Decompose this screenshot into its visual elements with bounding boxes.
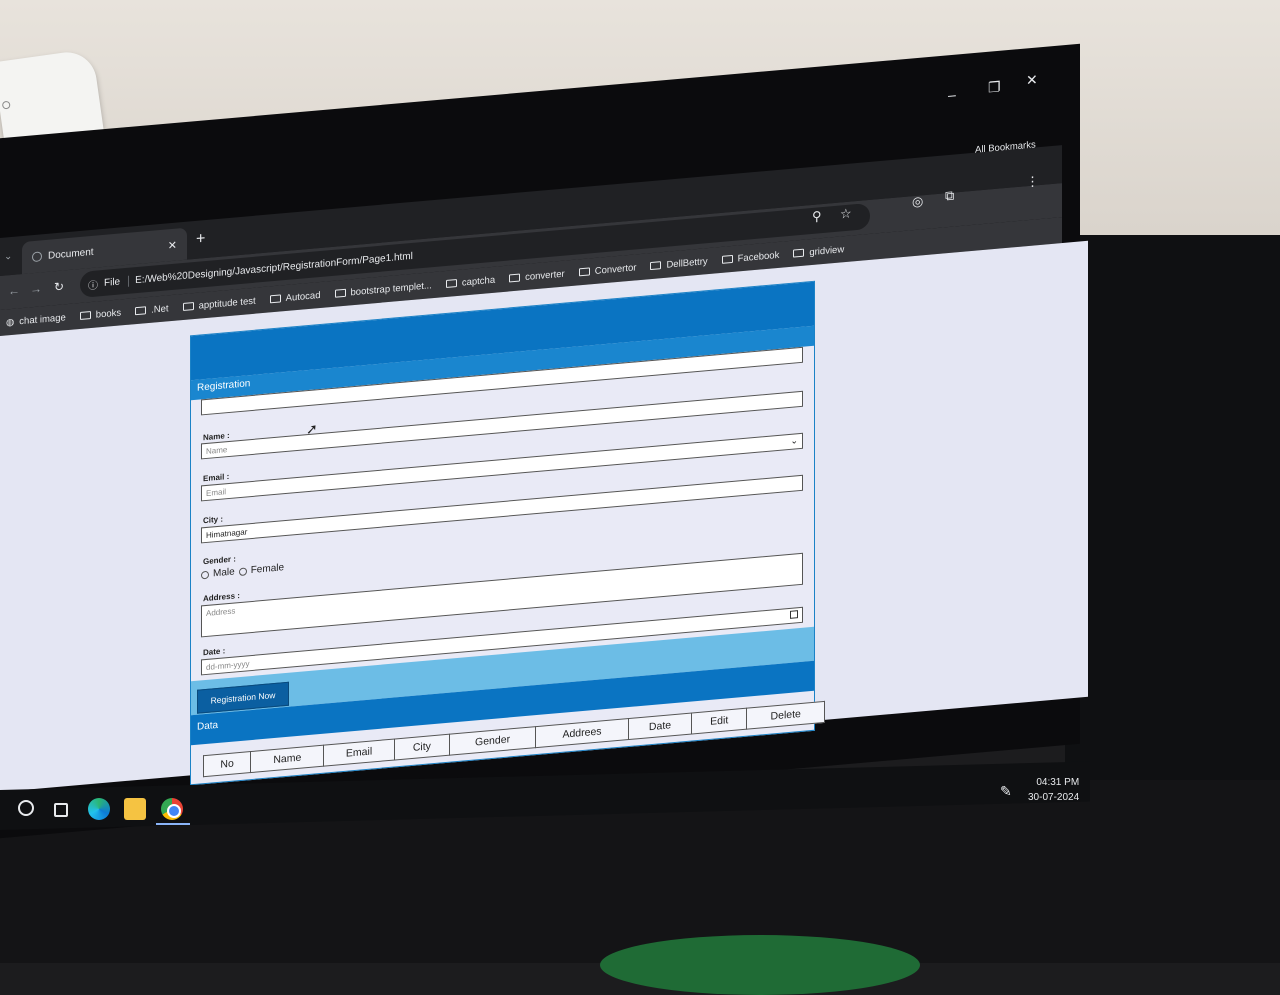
back-icon[interactable]: ← xyxy=(8,283,20,298)
col-no: No xyxy=(203,751,251,777)
new-tab-icon[interactable]: + xyxy=(196,230,205,249)
female-label: Female xyxy=(250,562,285,577)
chrome-extension-icon[interactable]: ◎ xyxy=(912,193,923,210)
bookmark-item[interactable]: converter xyxy=(509,268,565,284)
close-tab-icon[interactable]: ✕ xyxy=(168,238,177,252)
col-edit: Edit xyxy=(691,708,747,735)
folder-icon xyxy=(793,248,805,258)
calendar-icon[interactable] xyxy=(790,610,798,619)
forward-icon[interactable]: → xyxy=(30,281,42,296)
address-label: Address : xyxy=(203,591,240,604)
col-date: Date xyxy=(628,713,692,740)
minimize-icon[interactable]: – xyxy=(948,86,956,103)
reload-icon[interactable]: ↻ xyxy=(54,279,64,294)
bookmark-item[interactable]: ◍ chat image xyxy=(6,312,66,328)
system-clock[interactable]: 04:31 PM 30-07-2024 xyxy=(1028,775,1079,805)
date-label: Date : xyxy=(203,646,226,658)
bookmark-item[interactable]: apptitude test xyxy=(182,295,256,312)
restore-icon[interactable]: ❐ xyxy=(988,78,1001,96)
edge-icon[interactable] xyxy=(88,798,110,820)
folder-icon xyxy=(182,302,194,312)
bookmark-item[interactable]: gridview xyxy=(793,244,844,259)
col-city: City xyxy=(394,734,450,761)
folder-icon xyxy=(650,261,662,271)
folder-icon xyxy=(135,306,147,316)
tab-title: Document xyxy=(48,246,94,262)
clock-time: 04:31 PM xyxy=(1036,777,1080,788)
pen-icon[interactable]: ✎ xyxy=(1000,783,1012,800)
menu-icon[interactable]: ⋮ xyxy=(1026,173,1039,190)
bookmark-star-icon[interactable]: ☆ xyxy=(840,205,852,222)
col-delete: Delete xyxy=(746,701,825,730)
folder-icon xyxy=(79,311,91,321)
zoom-icon[interactable]: ⚲ xyxy=(812,208,822,225)
bookmark-item[interactable]: captcha xyxy=(445,274,495,289)
globe-icon: ◍ xyxy=(6,316,15,328)
active-app-indicator xyxy=(156,823,190,825)
bookmark-item[interactable]: Facebook xyxy=(721,249,779,265)
folder-icon xyxy=(721,254,733,264)
monitor-side xyxy=(1065,235,1280,795)
tab-list-chevron-icon[interactable]: ⌄ xyxy=(4,251,12,263)
col-gender: Gender xyxy=(449,726,536,756)
registration-form: Registration Name : Name Email : Email ⌄ … xyxy=(190,280,825,786)
chrome-icon[interactable] xyxy=(161,798,183,820)
folder-icon xyxy=(445,279,457,288)
bookmark-item[interactable]: Convertor xyxy=(578,262,636,278)
info-icon: ⓘ xyxy=(88,279,98,292)
chevron-down-icon[interactable]: ⌄ xyxy=(790,435,798,447)
task-view-icon[interactable] xyxy=(54,803,68,817)
male-radio[interactable] xyxy=(201,570,209,579)
folder-icon xyxy=(269,294,281,304)
folder-icon xyxy=(578,267,590,277)
col-address: Addrees xyxy=(535,718,629,748)
green-object xyxy=(600,935,920,995)
male-label: Male xyxy=(213,566,235,580)
bookmark-item[interactable]: .Net xyxy=(135,303,169,317)
globe-icon xyxy=(32,251,42,263)
close-window-icon[interactable]: ✕ xyxy=(1026,71,1038,89)
bookmark-item[interactable]: DellBettry xyxy=(650,256,708,272)
mouse-cursor-icon: ➚ xyxy=(306,420,318,438)
screen: ⌄ Document ✕ + – ❐ ✕ ← → ↻ ⓘ File E:/Web… xyxy=(0,45,1088,840)
bookmark-item[interactable]: books xyxy=(79,307,121,322)
bookmark-item[interactable]: Autocad xyxy=(269,289,321,304)
bookmark-item[interactable]: bootstrap templet... xyxy=(334,280,432,300)
email-label: Email : xyxy=(203,471,230,484)
folder-icon xyxy=(509,273,521,283)
female-radio[interactable] xyxy=(238,566,247,576)
city-label: City : xyxy=(203,514,223,526)
gender-label: Gender : xyxy=(203,554,236,567)
col-email: Email xyxy=(323,739,395,767)
folder-icon xyxy=(334,288,346,298)
file-explorer-icon[interactable] xyxy=(124,798,146,820)
search-icon[interactable] xyxy=(18,800,34,816)
data-title: Data xyxy=(197,719,219,733)
extensions-icon[interactable]: ⧉ xyxy=(945,188,954,205)
clock-date: 30-07-2024 xyxy=(1028,792,1080,803)
col-name: Name xyxy=(250,745,324,773)
url-scheme: File xyxy=(104,275,130,289)
